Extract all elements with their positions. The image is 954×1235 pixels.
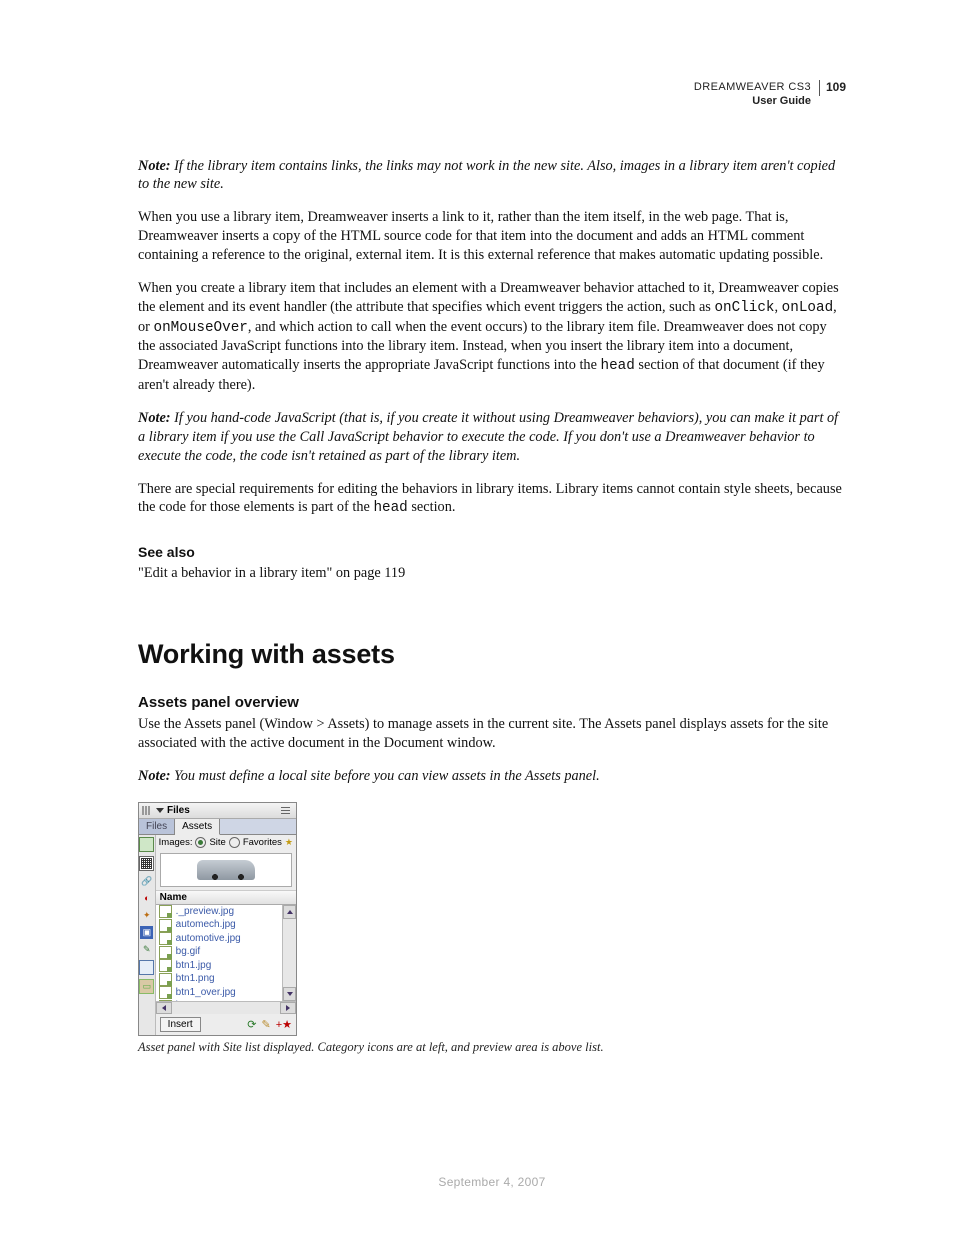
page-number: 109 (819, 80, 846, 96)
category-images-icon[interactable] (139, 837, 154, 852)
radio-favorites-label: Favorites (243, 837, 282, 848)
list-item[interactable]: btn1.jpg (156, 959, 282, 973)
image-file-icon (159, 986, 172, 999)
list-item[interactable]: btn1.png (156, 972, 282, 986)
topic-para: Use the Assets panel (Window > Assets) t… (138, 715, 846, 753)
note-text: If you hand-code JavaScript (that is, if… (138, 410, 838, 464)
list-item[interactable]: automech.jpg (156, 918, 282, 932)
favorites-star-icon: ★ (285, 837, 293, 848)
radio-label: Images: (159, 837, 193, 848)
category-scripts-icon[interactable]: ✎ (140, 943, 153, 956)
category-column: 🔗 ◐ ✦ ▣ ✎ ▭ (139, 835, 156, 1035)
radio-site-label: Site (209, 837, 225, 848)
note-1: Note: If the library item contains links… (138, 157, 846, 195)
section-heading: Working with assets (138, 639, 846, 670)
body-para-3: There are special requirements for editi… (138, 480, 846, 519)
list-item[interactable]: automotive.jpg (156, 932, 282, 946)
note-2: Note: If you hand-code JavaScript (that … (138, 409, 846, 466)
tab-files[interactable]: Files (139, 819, 175, 834)
category-urls-icon[interactable]: 🔗 (140, 875, 153, 888)
scroll-up-icon[interactable] (283, 905, 296, 919)
category-flash-icon[interactable]: ◐ (140, 892, 153, 905)
note-lead: Note: (138, 410, 171, 426)
image-file-icon (159, 919, 172, 932)
category-library-icon[interactable]: ▭ (139, 979, 154, 994)
category-shockwave-icon[interactable]: ✦ (140, 909, 153, 922)
list-item[interactable]: btn1_over.jpg (156, 986, 282, 1000)
radio-favorites[interactable] (229, 837, 240, 848)
list-item[interactable]: bg.gif (156, 945, 282, 959)
tab-assets[interactable]: Assets (175, 819, 220, 835)
see-also-link[interactable]: "Edit a behavior in a library item" on p… (138, 564, 846, 583)
body-para-1: When you use a library item, Dreamweaver… (138, 208, 846, 265)
code-onload: onLoad (782, 300, 833, 316)
topic-heading: Assets panel overview (138, 694, 846, 711)
insert-button[interactable]: Insert (160, 1017, 201, 1032)
radio-site[interactable] (195, 837, 206, 848)
image-file-icon (159, 946, 172, 959)
panel-titlebar[interactable]: Files (139, 803, 296, 819)
note-lead: Note: (138, 158, 171, 174)
footer-date: September 4, 2007 (138, 1175, 846, 1189)
refresh-icon[interactable]: ⟳ (247, 1018, 256, 1031)
body-para-2: When you create a library item that incl… (138, 279, 846, 395)
category-movies-icon[interactable]: ▣ (140, 926, 153, 939)
list-item[interactable]: ._preview.jpg (156, 905, 282, 919)
add-favorite-icon[interactable]: +★ (276, 1018, 292, 1031)
preview-image (197, 860, 255, 880)
scroll-down-icon[interactable] (283, 987, 296, 1001)
topic-note: Note: You must define a local site befor… (138, 767, 846, 786)
image-file-icon (159, 959, 172, 972)
note-text: You must define a local site before you … (171, 768, 600, 784)
figure-caption: Asset panel with Site list displayed. Ca… (138, 1040, 846, 1055)
note-lead: Note: (138, 768, 171, 784)
panel-grip-icon[interactable] (142, 806, 150, 815)
image-file-icon (159, 973, 172, 986)
image-file-icon (159, 1000, 172, 1001)
column-header-name[interactable]: Name (156, 890, 296, 905)
category-templates-icon[interactable] (139, 960, 154, 975)
code-onmouseover: onMouseOver (153, 320, 247, 336)
scroll-left-icon[interactable] (156, 1002, 172, 1014)
code-head-2: head (373, 500, 407, 516)
code-head-1: head (601, 358, 635, 374)
code-onclick: onClick (714, 300, 774, 316)
edit-icon[interactable]: ✎ (261, 1018, 270, 1031)
running-header: DREAMWEAVER CS3 User Guide 109 (138, 80, 846, 109)
panel-menu-icon[interactable] (281, 806, 293, 814)
panel-group-title: Files (167, 805, 190, 816)
assets-panel: Files Files Assets 🔗 ◐ ✦ ▣ ✎ ▭ (138, 802, 297, 1036)
doc-subtitle: User Guide (694, 94, 811, 108)
see-also-heading: See also (138, 544, 846, 560)
horizontal-scrollbar[interactable] (156, 1001, 296, 1014)
doc-title: DREAMWEAVER CS3 (694, 80, 811, 94)
file-list[interactable]: ._preview.jpg automech.jpg automotive.jp… (156, 905, 282, 1001)
preview-area (160, 853, 292, 887)
image-file-icon (159, 932, 172, 945)
note-text: If the library item contains links, the … (138, 158, 835, 193)
figure-assets-panel: Files Files Assets 🔗 ◐ ✦ ▣ ✎ ▭ (138, 802, 846, 1055)
image-file-icon (159, 905, 172, 918)
scroll-right-icon[interactable] (280, 1002, 296, 1014)
vertical-scrollbar[interactable] (282, 905, 296, 1001)
category-colors-icon[interactable] (139, 856, 154, 871)
collapse-icon[interactable] (156, 808, 164, 813)
